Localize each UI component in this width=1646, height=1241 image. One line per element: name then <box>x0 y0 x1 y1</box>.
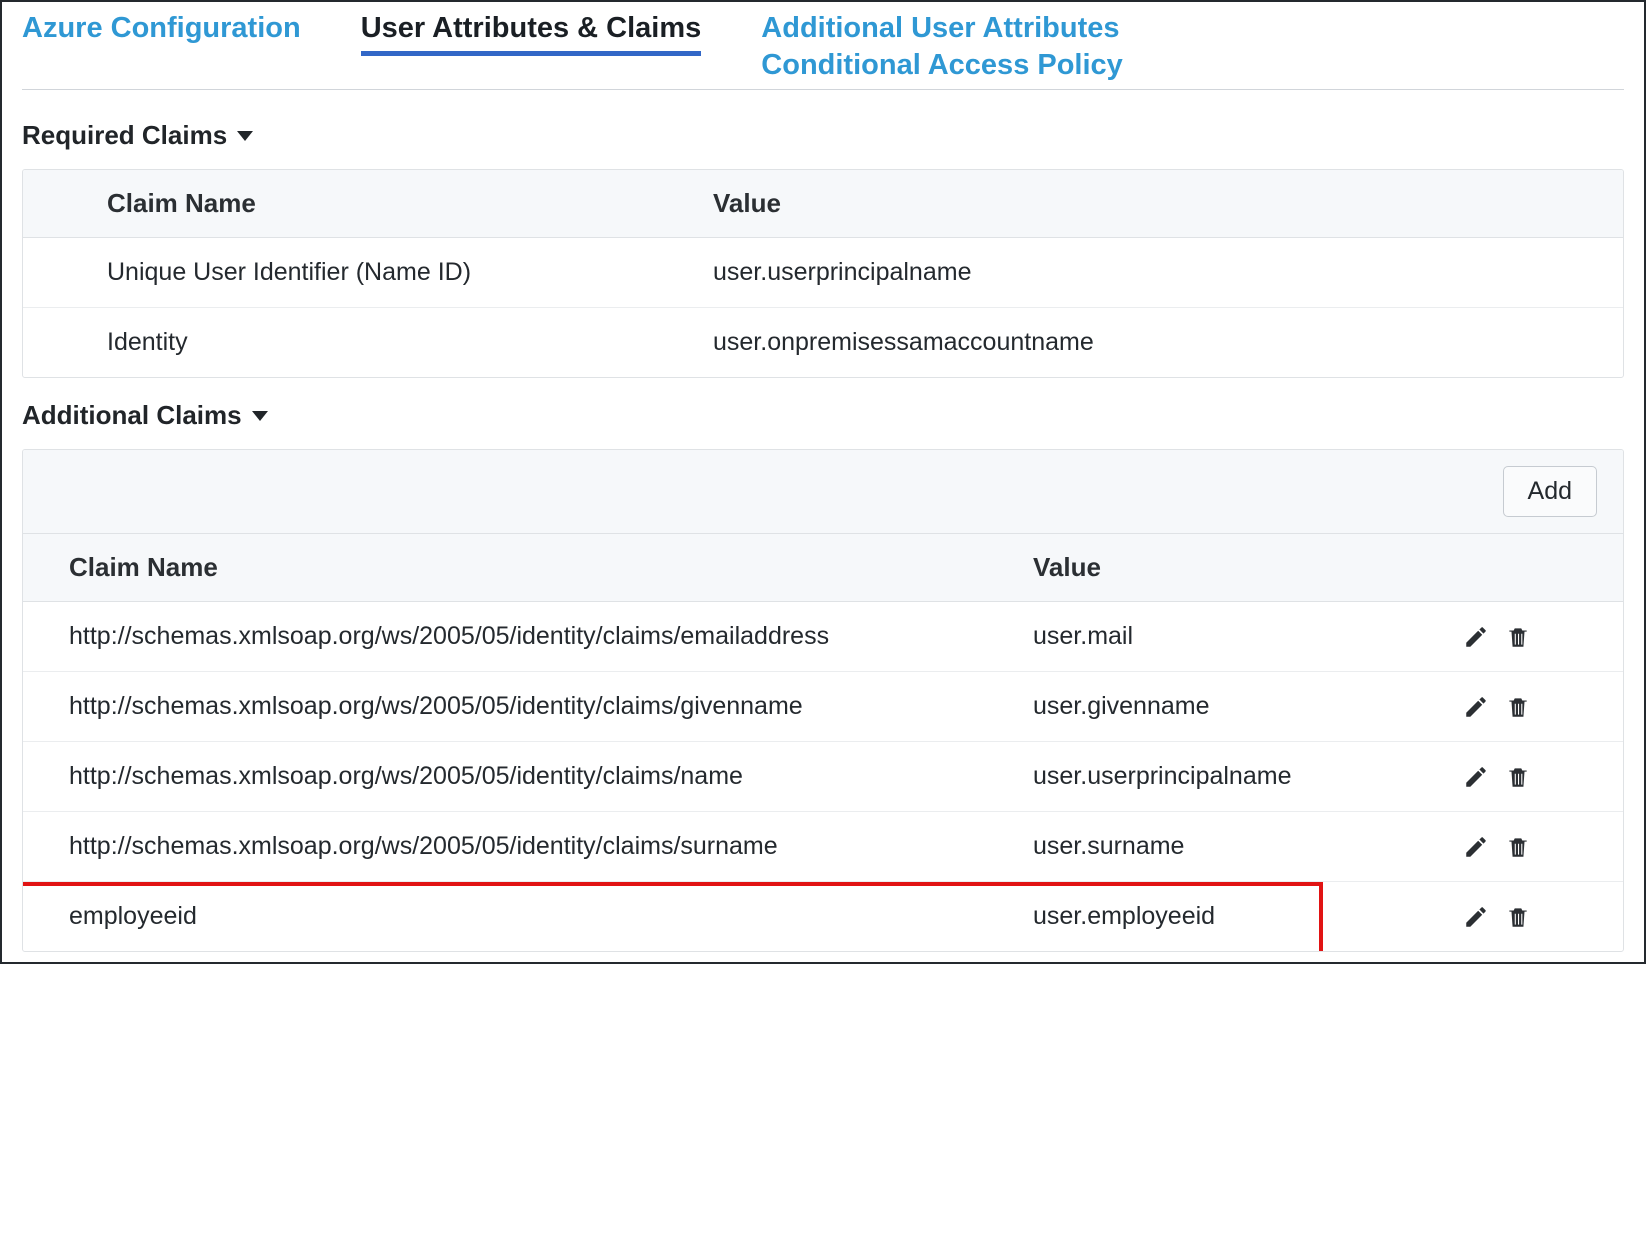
section-additional-claims[interactable]: Additional Claims <box>22 400 1624 431</box>
delete-icon[interactable] <box>1505 624 1531 650</box>
claim-name-cell: http://schemas.xmlsoap.org/ws/2005/05/id… <box>23 832 1033 861</box>
table-header: Claim Name Value <box>23 534 1623 602</box>
table-row: http://schemas.xmlsoap.org/ws/2005/05/id… <box>23 672 1623 742</box>
edit-icon[interactable] <box>1463 764 1489 790</box>
edit-icon[interactable] <box>1463 624 1489 650</box>
claim-value-cell: user.userprincipalname <box>1033 762 1463 791</box>
claim-value-cell: user.surname <box>1033 832 1463 861</box>
tab-conditional-access-policy[interactable]: Conditional Access Policy <box>761 49 1123 84</box>
claim-value-cell: user.mail <box>1033 622 1463 651</box>
delete-icon[interactable] <box>1505 694 1531 720</box>
delete-icon[interactable] <box>1505 904 1531 930</box>
tab-azure-configuration[interactable]: Azure Configuration <box>22 12 301 51</box>
column-value: Value <box>1033 552 1463 583</box>
claim-name-cell: http://schemas.xmlsoap.org/ws/2005/05/id… <box>23 692 1033 721</box>
claim-name-cell: http://schemas.xmlsoap.org/ws/2005/05/id… <box>23 622 1033 651</box>
tab-user-attributes-claims[interactable]: User Attributes & Claims <box>361 12 702 56</box>
table-row: http://schemas.xmlsoap.org/ws/2005/05/id… <box>23 812 1623 882</box>
claim-name-cell: Identity <box>23 328 713 357</box>
claim-name-cell: http://schemas.xmlsoap.org/ws/2005/05/id… <box>23 762 1033 791</box>
section-additional-claims-label: Additional Claims <box>22 400 242 431</box>
additional-claims-toolbar: Add <box>23 450 1623 534</box>
column-claim-name: Claim Name <box>23 188 713 219</box>
chevron-down-icon <box>237 131 253 141</box>
highlight-annotation <box>22 882 1323 952</box>
claim-value-cell: user.userprincipalname <box>713 258 1623 287</box>
column-claim-name: Claim Name <box>23 552 1033 583</box>
tabs-bar: Azure Configuration User Attributes & Cl… <box>22 12 1624 90</box>
claim-name-cell: Unique User Identifier (Name ID) <box>23 258 713 287</box>
table-row: http://schemas.xmlsoap.org/ws/2005/05/id… <box>23 602 1623 672</box>
claim-value-cell: user.givenname <box>1033 692 1463 721</box>
edit-icon[interactable] <box>1463 904 1489 930</box>
edit-icon[interactable] <box>1463 834 1489 860</box>
tab-additional-user-attributes[interactable]: Additional User Attributes <box>761 12 1123 47</box>
table-row: Identityuser.onpremisessamaccountname <box>23 308 1623 377</box>
section-required-claims-label: Required Claims <box>22 120 227 151</box>
delete-icon[interactable] <box>1505 834 1531 860</box>
table-header: Claim Name Value <box>23 170 1623 238</box>
claim-value-cell: user.onpremisessamaccountname <box>713 328 1623 357</box>
table-row: http://schemas.xmlsoap.org/ws/2005/05/id… <box>23 742 1623 812</box>
chevron-down-icon <box>252 411 268 421</box>
delete-icon[interactable] <box>1505 764 1531 790</box>
column-value: Value <box>713 188 1623 219</box>
table-row: Unique User Identifier (Name ID)user.use… <box>23 238 1623 308</box>
edit-icon[interactable] <box>1463 694 1489 720</box>
additional-claims-table: Add Claim Name Value http://schemas.xmls… <box>22 449 1624 952</box>
section-required-claims[interactable]: Required Claims <box>22 120 1624 151</box>
table-row: employeeiduser.employeeid <box>23 882 1623 951</box>
add-button[interactable]: Add <box>1503 466 1597 517</box>
required-claims-table: Claim Name Value Unique User Identifier … <box>22 169 1624 378</box>
